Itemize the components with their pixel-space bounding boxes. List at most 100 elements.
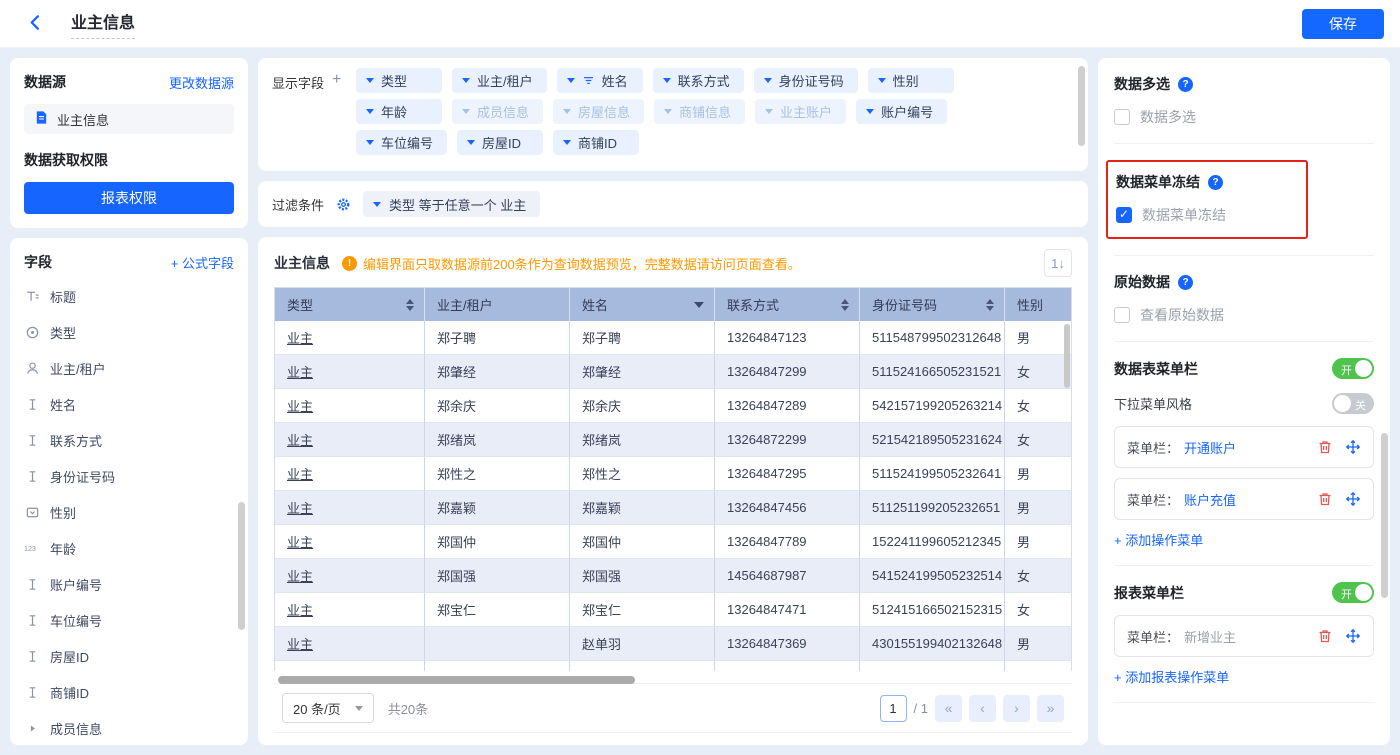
display-field-chip[interactable]: 房屋ID xyxy=(457,130,543,155)
display-field-chip[interactable]: 姓名 xyxy=(557,68,643,93)
filter-condition-chip[interactable]: 类型 等于任意一个 业主 xyxy=(363,191,540,217)
table-horizontal-scrollbar[interactable] xyxy=(278,676,635,684)
table-cell[interactable]: 业主 xyxy=(275,661,425,671)
multi-select-checkbox[interactable] xyxy=(1114,109,1130,125)
page-size-select[interactable]: 20 条/页 xyxy=(282,693,374,723)
fields-scrollbar[interactable] xyxy=(238,502,245,630)
display-field-chip[interactable]: 身份证号码 xyxy=(754,68,858,93)
display-field-chip[interactable]: 成员信息 xyxy=(452,99,543,124)
field-item[interactable]: 姓名 xyxy=(24,386,234,422)
display-field-chip[interactable]: 性别 xyxy=(868,68,954,93)
field-item[interactable]: 身份证号码 xyxy=(24,458,234,494)
preview-title: 业主信息 xyxy=(274,253,330,273)
table-cell: 13264847123 xyxy=(715,321,860,355)
field-item[interactable]: 成员信息 xyxy=(24,710,234,745)
field-item[interactable]: 业主/租户 xyxy=(24,350,234,386)
trash-icon[interactable] xyxy=(1317,628,1333,644)
column-header[interactable]: 类型 xyxy=(275,288,425,321)
chip-label: 房屋信息 xyxy=(578,102,630,121)
table-cell[interactable]: 业主 xyxy=(275,627,425,661)
last-page-button[interactable]: » xyxy=(1037,695,1064,722)
settings-scrollbar[interactable] xyxy=(1381,433,1388,598)
back-button[interactable] xyxy=(26,13,45,35)
report-permission-button[interactable]: 报表权限 xyxy=(24,182,234,214)
sort-icon[interactable] xyxy=(986,299,994,311)
display-field-chip[interactable]: 业主/租户 xyxy=(452,68,547,93)
display-field-chip[interactable]: 房屋信息 xyxy=(553,99,644,124)
menu-item-value[interactable]: 开通账户 xyxy=(1184,438,1236,457)
help-icon[interactable]: ? xyxy=(1178,77,1193,92)
table-vertical-scrollbar[interactable] xyxy=(1064,324,1070,388)
table-cell[interactable]: 业主 xyxy=(275,559,425,593)
move-icon[interactable] xyxy=(1345,491,1361,507)
table-cell[interactable]: 业主 xyxy=(275,389,425,423)
field-item[interactable]: 性别 xyxy=(24,494,234,530)
table-cell[interactable]: 业主 xyxy=(275,321,425,355)
field-item[interactable]: 账户编号 xyxy=(24,566,234,602)
table-menu-toggle[interactable]: 开 xyxy=(1332,358,1374,379)
add-report-action-menu-link[interactable]: + 添加报表操作菜单 xyxy=(1114,667,1374,686)
display-field-chip[interactable]: 业主账户 xyxy=(755,99,846,124)
menu-item-value[interactable]: 新增业主 xyxy=(1184,627,1236,646)
move-icon[interactable] xyxy=(1345,439,1361,455)
table-cell[interactable]: 业主 xyxy=(275,355,425,389)
table-cell[interactable]: 业主 xyxy=(275,457,425,491)
add-formula-field-link[interactable]: + 公式字段 xyxy=(171,253,234,272)
help-icon[interactable]: ? xyxy=(1178,275,1193,290)
column-header[interactable]: 联系方式 xyxy=(715,288,860,321)
table-cell[interactable]: 业主 xyxy=(275,525,425,559)
report-menu-toggle[interactable]: 开 xyxy=(1332,582,1374,603)
save-button[interactable]: 保存 xyxy=(1302,9,1384,39)
column-header[interactable]: 身份证号码 xyxy=(860,288,1005,321)
table-cell: 13264847471 xyxy=(715,593,860,627)
field-item[interactable]: 车位编号 xyxy=(24,602,234,638)
table-cell[interactable]: 业主 xyxy=(275,593,425,627)
field-item[interactable]: 类型 xyxy=(24,314,234,350)
change-datasource-link[interactable]: 更改数据源 xyxy=(169,73,234,92)
next-page-button[interactable]: › xyxy=(1003,695,1030,722)
sort-icon[interactable] xyxy=(841,299,849,311)
menu-item-value[interactable]: 账户充值 xyxy=(1184,490,1236,509)
display-fields-scrollbar[interactable] xyxy=(1078,66,1085,146)
trash-icon[interactable] xyxy=(1317,491,1333,507)
gear-icon[interactable] xyxy=(336,197,351,212)
menu-item: 菜单栏：账户充值 xyxy=(1114,478,1374,520)
trash-icon[interactable] xyxy=(1317,439,1333,455)
table-cell[interactable]: 业主 xyxy=(275,491,425,525)
column-header[interactable]: 性别 xyxy=(1005,288,1072,321)
display-field-chip[interactable]: 账户编号 xyxy=(856,99,947,124)
divider xyxy=(1114,143,1374,144)
add-action-menu-link[interactable]: + 添加操作菜单 xyxy=(1114,530,1374,549)
display-field-chip[interactable]: 车位编号 xyxy=(356,130,447,155)
field-label: 商铺ID xyxy=(50,683,89,702)
column-header[interactable]: 姓名 xyxy=(570,288,715,321)
column-header[interactable]: 业主/租户 xyxy=(425,288,570,321)
add-display-field-button[interactable]: + xyxy=(332,73,341,87)
raw-data-checkbox[interactable] xyxy=(1114,307,1130,323)
prev-page-button[interactable]: ‹ xyxy=(969,695,996,722)
menu-freeze-checkbox[interactable] xyxy=(1116,207,1132,223)
field-item[interactable]: 联系方式 xyxy=(24,422,234,458)
sort-icon[interactable] xyxy=(406,299,414,311)
sort-order-button[interactable]: 1↓ xyxy=(1044,249,1072,277)
table-cell[interactable]: 业主 xyxy=(275,423,425,457)
display-field-chip[interactable]: 商铺信息 xyxy=(654,99,745,124)
field-item[interactable]: 标题 xyxy=(24,278,234,314)
display-field-chip[interactable]: 年龄 xyxy=(356,99,442,124)
preview-table-card: 业主信息 ! 编辑界面只取数据源前200条作为查询数据预览，完整数据请访问页面查… xyxy=(258,237,1088,745)
display-field-chip[interactable]: 商铺ID xyxy=(553,130,639,155)
move-icon[interactable] xyxy=(1345,628,1361,644)
display-field-chip[interactable]: 联系方式 xyxy=(653,68,744,93)
sort-desc-icon[interactable] xyxy=(694,302,704,308)
dropdown-style-toggle[interactable]: 关 xyxy=(1332,393,1374,414)
field-item[interactable]: 商铺ID xyxy=(24,674,234,710)
help-icon[interactable]: ? xyxy=(1208,175,1223,190)
datasource-item[interactable]: 业主信息 xyxy=(24,104,234,134)
chip-label: 业主账户 xyxy=(780,102,832,121)
display-field-chip[interactable]: 类型 xyxy=(356,68,442,93)
expand-icon xyxy=(24,722,40,735)
field-item[interactable]: 123年龄 xyxy=(24,530,234,566)
page-number-input[interactable]: 1 xyxy=(880,695,907,722)
field-item[interactable]: 房屋ID xyxy=(24,638,234,674)
first-page-button[interactable]: « xyxy=(935,695,962,722)
